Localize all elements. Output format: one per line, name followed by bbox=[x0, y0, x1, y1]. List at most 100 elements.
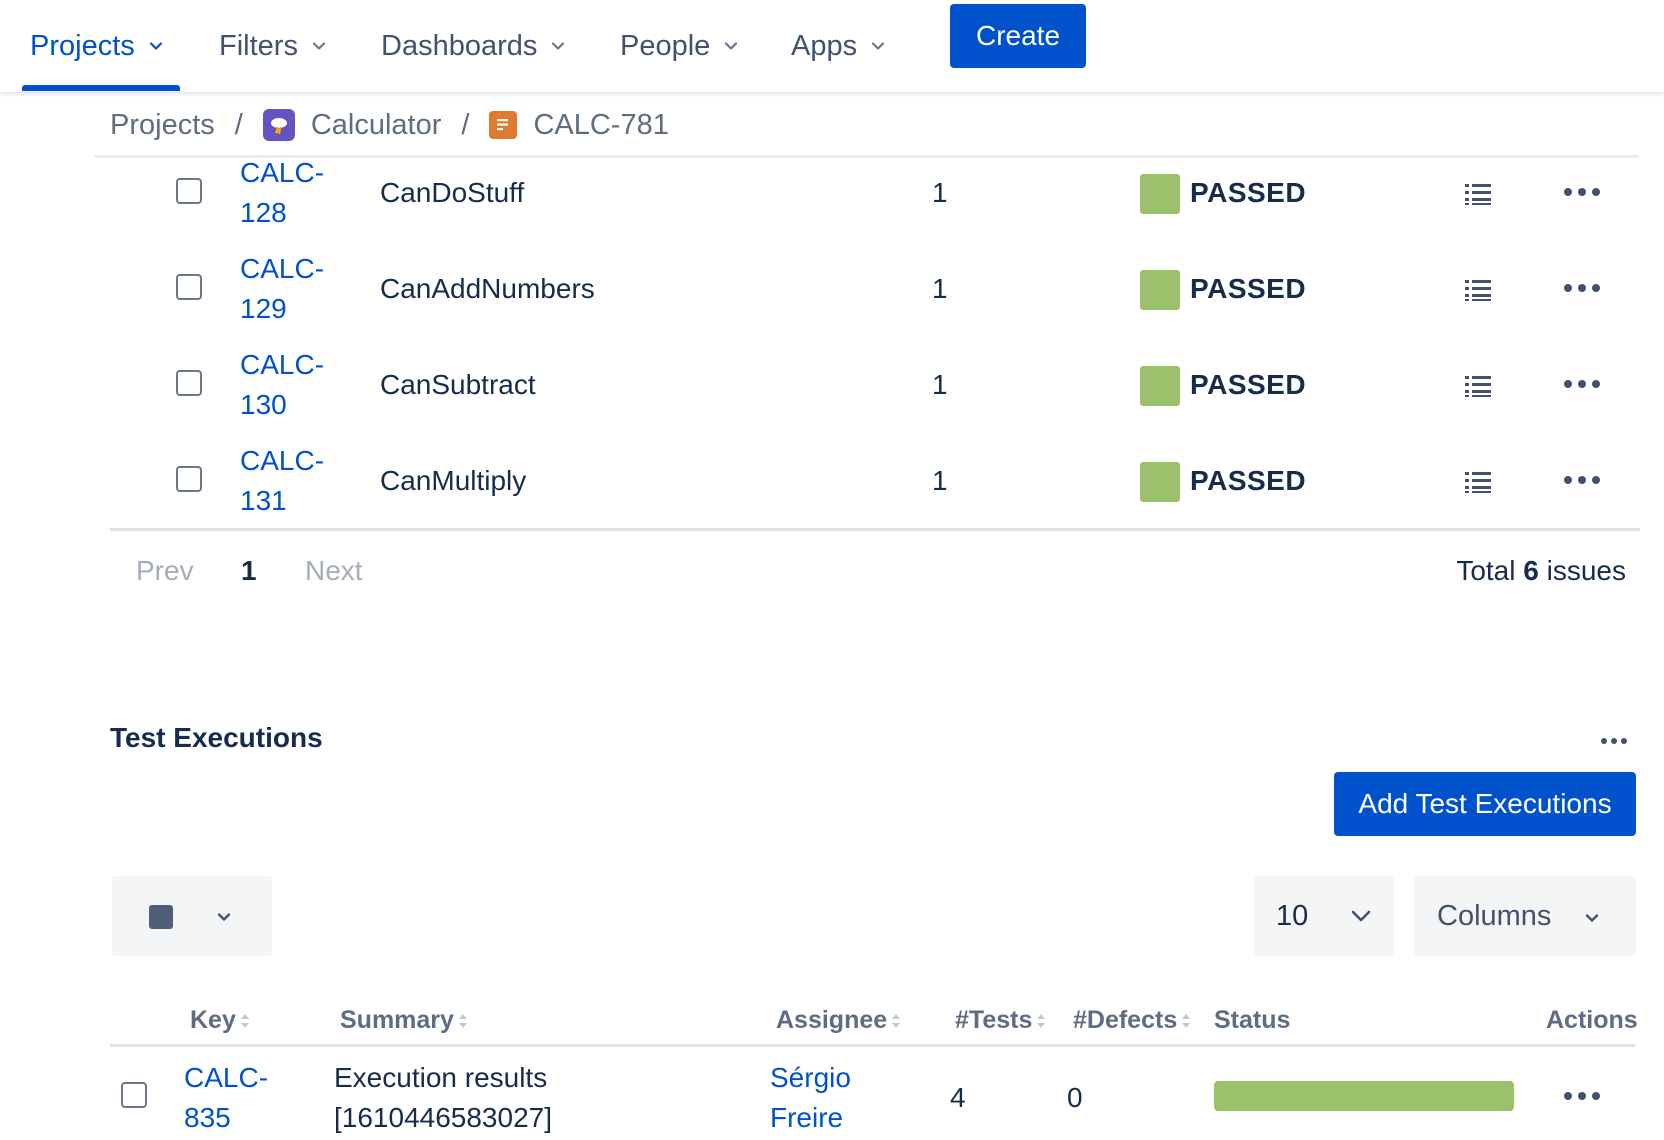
status-color-square bbox=[1140, 462, 1180, 502]
pager-next[interactable]: Next bbox=[305, 555, 363, 587]
breadcrumb-separator: / bbox=[461, 108, 470, 141]
execution-key-link[interactable]: CALC- 835 bbox=[184, 1058, 294, 1138]
nav-projects-label: Projects bbox=[30, 29, 135, 62]
test-count: 1 bbox=[932, 465, 948, 496]
chevron-down-icon bbox=[725, 42, 738, 50]
test-key-prefix: CALC- bbox=[240, 349, 325, 380]
assignee-link[interactable]: Sérgio Freire bbox=[770, 1058, 851, 1138]
execution-tests-count: 4 bbox=[950, 1082, 966, 1113]
assignee-first-name: Sérgio bbox=[770, 1062, 851, 1093]
test-key-number: 130 bbox=[240, 389, 287, 420]
row-checkbox[interactable] bbox=[176, 466, 202, 492]
assignee-last-name: Freire bbox=[770, 1102, 844, 1133]
column-header-actions: Actions bbox=[1546, 1006, 1638, 1035]
execution-defects-count: 0 bbox=[1067, 1082, 1083, 1113]
chevron-down-icon bbox=[552, 42, 565, 50]
test-count: 1 bbox=[932, 369, 948, 400]
status-label: PASSED bbox=[1190, 465, 1307, 496]
sort-icon bbox=[892, 1013, 901, 1028]
column-header-tests[interactable]: #Tests bbox=[955, 1006, 1046, 1035]
nav-filters[interactable]: Filters bbox=[219, 0, 326, 92]
column-header-label: Key bbox=[190, 1006, 236, 1034]
more-actions-icon[interactable] bbox=[1562, 378, 1602, 390]
more-actions-icon[interactable] bbox=[1562, 186, 1602, 198]
table-row: CALC- 129 CanAddNumbers 1 PASSED bbox=[110, 251, 1640, 347]
test-executions-title: Test Executions bbox=[110, 722, 323, 753]
sort-icon bbox=[458, 1013, 467, 1028]
chevron-down-icon bbox=[149, 42, 162, 50]
nav-filters-label: Filters bbox=[219, 29, 298, 62]
test-key-link[interactable]: CALC- 129 bbox=[240, 249, 350, 329]
more-actions-icon[interactable] bbox=[1562, 474, 1602, 486]
column-header-label: #Defects bbox=[1073, 1006, 1178, 1034]
details-list-icon[interactable] bbox=[1465, 374, 1491, 398]
execution-status-bar bbox=[1214, 1081, 1514, 1111]
table-bottom-divider bbox=[110, 528, 1640, 531]
more-actions-icon[interactable] bbox=[1562, 1090, 1602, 1102]
column-header-defects[interactable]: #Defects bbox=[1073, 1006, 1191, 1035]
nav-apps[interactable]: Apps bbox=[791, 0, 885, 92]
sort-icon bbox=[1037, 1013, 1046, 1028]
column-header-summary[interactable]: Summary bbox=[340, 1006, 468, 1035]
execution-summary-line2: [1610446583027] bbox=[334, 1102, 552, 1133]
test-summary: CanSubtract bbox=[380, 369, 536, 400]
chevron-down-icon bbox=[872, 42, 885, 50]
test-key-link[interactable]: CALC- 128 bbox=[240, 153, 350, 233]
chevron-down-icon bbox=[1351, 910, 1371, 922]
row-checkbox[interactable] bbox=[176, 178, 202, 204]
column-header-label: Status bbox=[1214, 1006, 1291, 1034]
chevron-down-icon bbox=[217, 913, 231, 921]
row-checkbox[interactable] bbox=[176, 370, 202, 396]
nav-projects[interactable]: Projects bbox=[30, 0, 163, 92]
status-label: PASSED bbox=[1190, 177, 1307, 208]
test-key-number: 131 bbox=[240, 485, 287, 516]
sort-icon bbox=[240, 1013, 249, 1028]
columns-select[interactable]: Columns bbox=[1414, 876, 1636, 956]
row-checkbox[interactable] bbox=[121, 1082, 147, 1108]
test-count: 1 bbox=[932, 273, 948, 304]
breadcrumb-issue[interactable]: CALC-781 bbox=[533, 109, 668, 142]
test-key-prefix: CALC- bbox=[240, 445, 325, 476]
column-header-label: Summary bbox=[340, 1006, 454, 1034]
total-issues: Total 6 issues bbox=[1456, 555, 1626, 587]
test-key-prefix: CALC- bbox=[240, 253, 325, 284]
column-header-assignee[interactable]: Assignee bbox=[776, 1006, 901, 1035]
page-size-select[interactable]: 10 bbox=[1254, 876, 1394, 956]
details-list-icon[interactable] bbox=[1465, 182, 1491, 206]
test-key-link[interactable]: CALC- 130 bbox=[240, 345, 350, 425]
row-checkbox[interactable] bbox=[176, 274, 202, 300]
breadcrumb: Projects / Calculator / CALC-781 bbox=[110, 100, 669, 150]
select-all-checkbox[interactable] bbox=[149, 905, 173, 929]
column-header-key[interactable]: Key bbox=[190, 1006, 250, 1035]
details-list-icon[interactable] bbox=[1465, 278, 1491, 302]
status-color-square bbox=[1140, 366, 1180, 406]
section-more-icon[interactable] bbox=[1600, 736, 1628, 746]
add-test-executions-button[interactable]: Add Test Executions bbox=[1334, 772, 1636, 836]
nav-people-label: People bbox=[620, 29, 711, 62]
breadcrumb-separator: / bbox=[234, 108, 243, 141]
create-button[interactable]: Create bbox=[950, 4, 1086, 68]
total-count: 6 bbox=[1523, 555, 1539, 586]
table-row: CALC- 131 CanMultiply 1 PASSED bbox=[110, 443, 1640, 539]
pager-current-page[interactable]: 1 bbox=[241, 555, 257, 587]
project-avatar-icon bbox=[262, 109, 295, 141]
breadcrumb-project[interactable]: Calculator bbox=[311, 109, 442, 142]
column-header-label: Assignee bbox=[776, 1006, 888, 1034]
nav-people[interactable]: People bbox=[620, 0, 738, 92]
column-header-label: #Tests bbox=[955, 1006, 1033, 1034]
status-color-square bbox=[1140, 270, 1180, 310]
bulk-select-dropdown[interactable] bbox=[112, 876, 272, 956]
table-row: CALC- 130 CanSubtract 1 PASSED bbox=[110, 347, 1640, 443]
breadcrumb-projects[interactable]: Projects bbox=[110, 109, 215, 142]
test-key-link[interactable]: CALC- 131 bbox=[240, 441, 350, 521]
nav-active-indicator bbox=[22, 85, 180, 91]
chevron-down-icon bbox=[312, 42, 326, 50]
pager-prev[interactable]: Prev bbox=[136, 555, 194, 587]
chevron-down-icon bbox=[1585, 914, 1599, 922]
details-list-icon[interactable] bbox=[1465, 470, 1491, 494]
more-actions-icon[interactable] bbox=[1562, 282, 1602, 294]
total-suffix: issues bbox=[1546, 555, 1626, 586]
nav-dashboards[interactable]: Dashboards bbox=[381, 0, 565, 92]
table-row: CALC- 128 CanDoStuff 1 PASSED bbox=[110, 155, 1640, 251]
issue-type-icon bbox=[489, 111, 518, 139]
